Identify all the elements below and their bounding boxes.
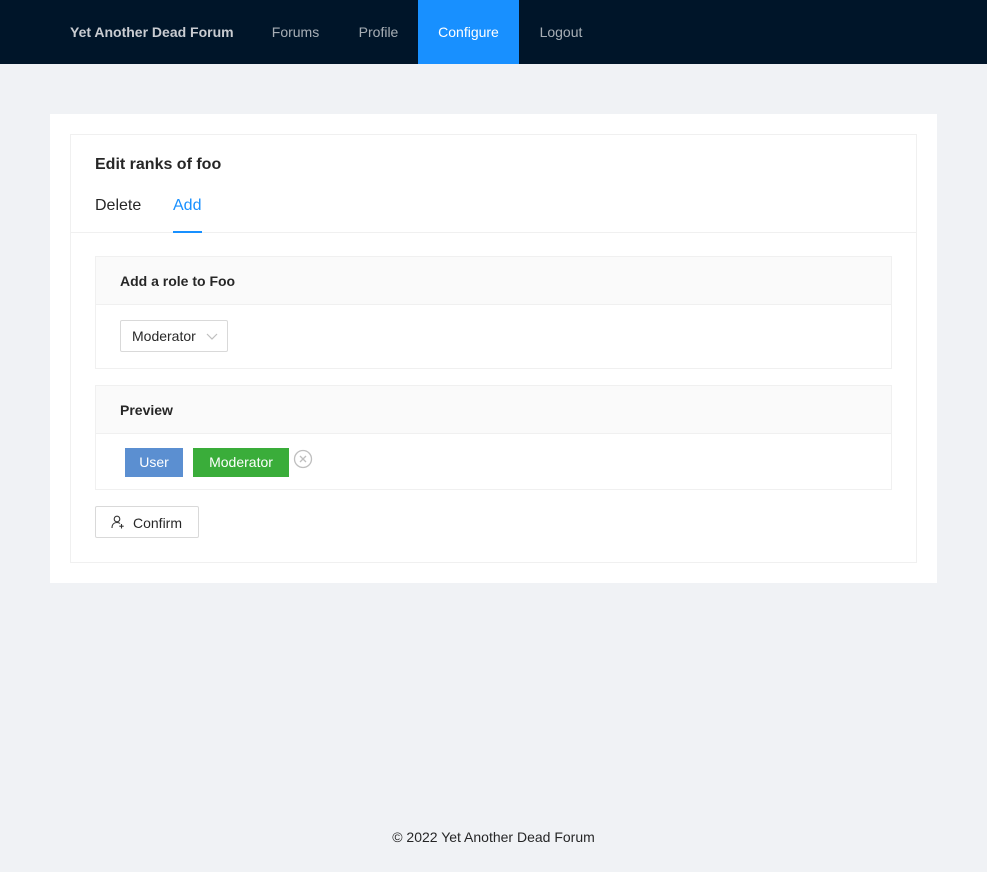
tab-add[interactable]: Add — [173, 197, 201, 215]
role-select-value: Moderator — [132, 328, 196, 344]
top-nav-bar: Yet Another Dead Forum Forums Profile Co… — [0, 0, 987, 64]
edit-ranks-card: Edit ranks of foo Delete Add Add a role … — [70, 134, 917, 563]
add-role-panel: Add a role to Foo Moderator — [95, 256, 892, 369]
preview-title: Preview — [120, 402, 173, 418]
brand-title[interactable]: Yet Another Dead Forum — [70, 0, 234, 64]
nav-item-forums[interactable]: Forums — [252, 0, 339, 64]
add-role-panel-header: Add a role to Foo — [96, 257, 891, 305]
tab-delete[interactable]: Delete — [95, 197, 141, 215]
user-tag: User — [125, 448, 183, 477]
nav-item-configure[interactable]: Configure — [418, 0, 519, 64]
chevron-down-icon — [206, 333, 218, 340]
remove-tag-icon[interactable] — [293, 449, 313, 469]
add-role-title: Add a role to Foo — [120, 273, 236, 289]
content-area: Edit ranks of foo Delete Add Add a role … — [50, 114, 937, 583]
moderator-tag: Moderator — [193, 448, 289, 477]
card-title: Edit ranks of foo — [95, 156, 222, 173]
nav-item-logout[interactable]: Logout — [519, 0, 603, 64]
preview-panel-header: Preview — [96, 386, 891, 434]
footer: © 2022 Yet Another Dead Forum — [392, 829, 595, 845]
confirm-button-label: Confirm — [133, 515, 183, 531]
role-select[interactable]: Moderator — [120, 320, 228, 352]
user-add-icon — [111, 515, 124, 529]
preview-panel: Preview User Moderator — [95, 385, 892, 490]
active-tab-indicator — [173, 231, 202, 233]
nav-item-profile[interactable]: Profile — [339, 0, 418, 64]
confirm-button[interactable]: Confirm — [95, 506, 199, 538]
